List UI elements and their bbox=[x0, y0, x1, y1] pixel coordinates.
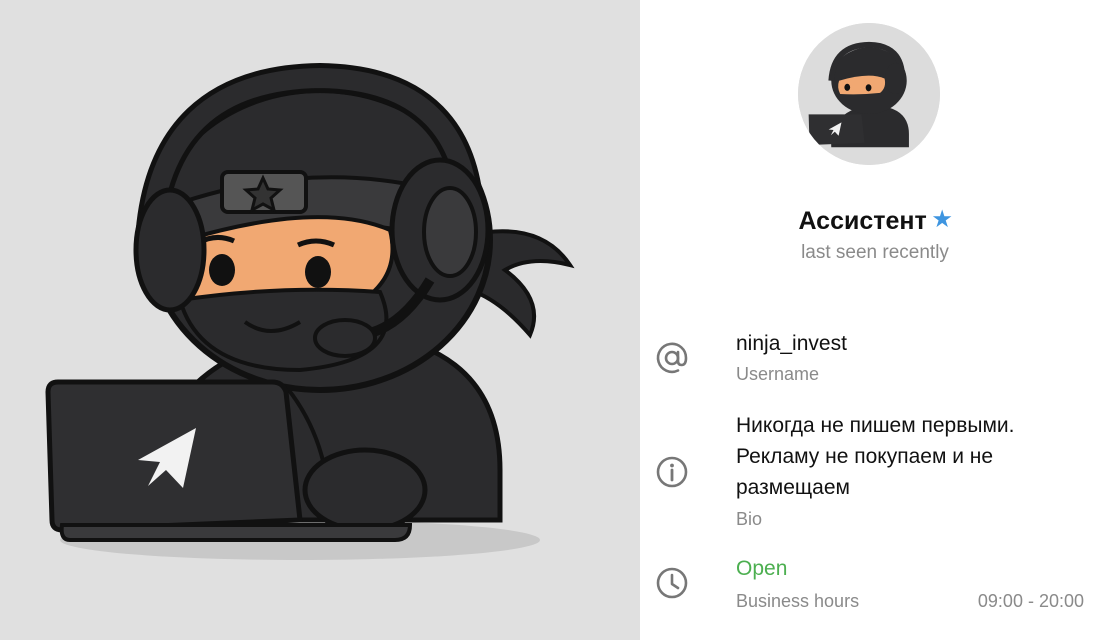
profile-panel: Ассистент ★ last seen recently ninja_inve… bbox=[640, 0, 1110, 640]
bio-line: Рекламу не покупаем и не bbox=[736, 445, 994, 468]
username-row[interactable]: ninja_invest Username bbox=[640, 330, 1110, 390]
bio-line: размещаем bbox=[736, 476, 850, 499]
at-sign-icon bbox=[654, 340, 690, 376]
profile-photo-large bbox=[0, 0, 640, 640]
username-value: ninja_invest bbox=[736, 332, 847, 355]
last-seen-status: last seen recently bbox=[801, 242, 949, 263]
business-hours-value: 09:00 - 20:00 bbox=[977, 591, 1084, 611]
info-icon bbox=[654, 454, 690, 490]
clock-icon bbox=[654, 565, 690, 601]
bio-row[interactable]: Никогда не пишем первыми. Рекламу не пок… bbox=[640, 410, 1110, 535]
avatar[interactable] bbox=[798, 23, 940, 165]
profile-name: Ассистент ★ bbox=[640, 207, 1110, 236]
bio-label: Bio bbox=[736, 509, 763, 529]
business-hours-label: Business hours bbox=[736, 591, 860, 611]
username-label: Username bbox=[736, 364, 820, 384]
star-badge-icon: ★ bbox=[932, 208, 952, 231]
bio-line: Никогда не пишем первыми. bbox=[736, 414, 1015, 437]
profile-name-text: Ассистент bbox=[798, 207, 927, 235]
bio-text: Никогда не пишем первыми. Рекламу не пок… bbox=[736, 410, 1014, 503]
business-status: Open bbox=[736, 557, 788, 580]
avatar-ninja-image bbox=[798, 23, 940, 165]
ninja-illustration bbox=[45, 62, 575, 560]
business-hours-row[interactable]: Open Business hours 09:00 - 20:00 bbox=[640, 555, 1110, 625]
